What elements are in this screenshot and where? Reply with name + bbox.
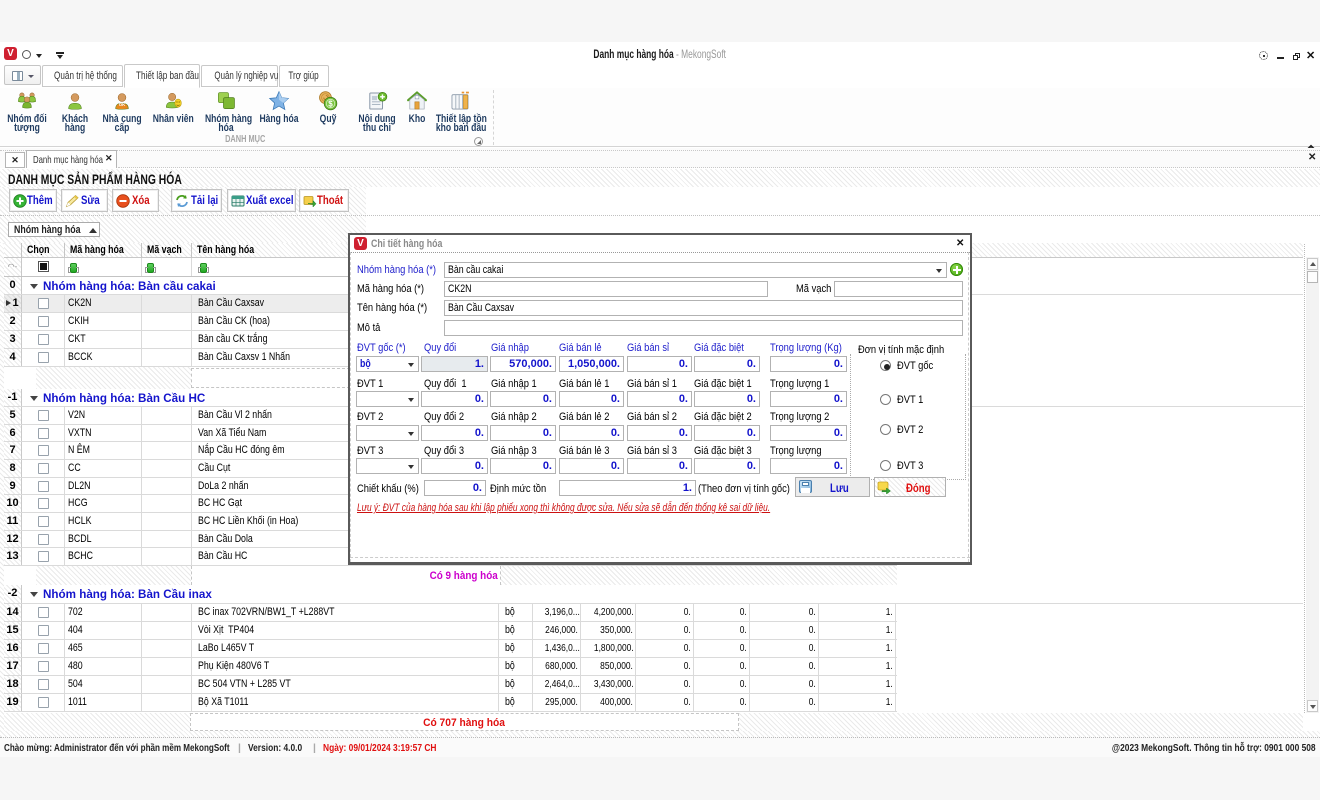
- svg-text:OK: OK: [119, 102, 125, 107]
- svg-text:$: $: [328, 100, 333, 109]
